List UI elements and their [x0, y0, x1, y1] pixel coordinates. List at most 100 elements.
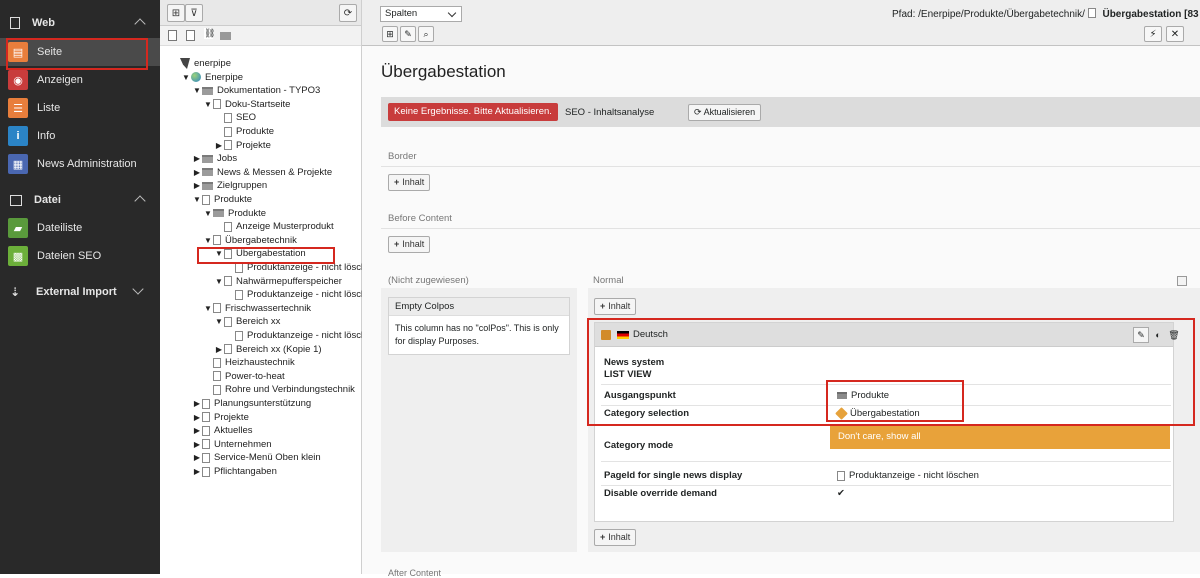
collapse-icon[interactable]: ▼: [192, 195, 202, 204]
tree-node-label: enerpipe: [194, 58, 231, 69]
doctype-page-icon[interactable]: [168, 30, 177, 41]
tree-node[interactable]: ▶ Zielgruppen: [192, 179, 267, 192]
expand-icon[interactable]: ▶: [192, 154, 202, 163]
page-icon: [224, 276, 232, 287]
add-content-border-button[interactable]: + Inhalt: [388, 174, 431, 191]
search-icon[interactable]: ⌕: [418, 26, 434, 42]
edit-icon[interactable]: ✎: [1133, 327, 1149, 343]
expand-icon[interactable]: ▶: [192, 453, 202, 462]
tree-node[interactable]: ▶ Projekte: [214, 139, 271, 152]
collapse-icon[interactable]: ▼: [203, 236, 213, 245]
collapse-icon[interactable]: ▼: [203, 304, 213, 313]
tree-node-label: Produktanzeige - nicht lösch: [247, 289, 367, 301]
collapse-icon[interactable]: ▼: [192, 86, 202, 95]
tree-node[interactable]: Anzeige Musterprodukt: [214, 220, 334, 233]
tree-node[interactable]: Produkte: [214, 125, 274, 138]
tree-node[interactable]: ▶ Jobs: [192, 152, 237, 165]
close-icon[interactable]: ✕: [1166, 26, 1184, 42]
add-content-normal-top-button[interactable]: + Inhalt: [594, 298, 637, 315]
lightning-icon[interactable]: ⚡: [1144, 26, 1162, 42]
module-item-dateiliste[interactable]: ▰ Dateiliste: [0, 214, 160, 242]
module-item-liste[interactable]: ☰ Liste: [0, 94, 160, 122]
tree-node-label: Rohre und Verbindungstechnik: [225, 384, 355, 396]
new-page-icon[interactable]: ⊞: [167, 4, 185, 22]
collapse-icon[interactable]: ▼: [181, 73, 191, 82]
expand-icon[interactable]: ▶: [192, 168, 202, 177]
expand-icon[interactable]: ▶: [192, 426, 202, 435]
tree-node[interactable]: ▼ Doku-Startseite: [203, 98, 290, 111]
tree-node[interactable]: ▼ Frischwassertechnik: [203, 302, 311, 315]
delete-icon[interactable]: 🗑: [1167, 327, 1181, 343]
tree-node[interactable]: Produktanzeige - nicht lösch: [225, 329, 366, 342]
tree-node[interactable]: ▶ Service-Menü Oben klein: [192, 451, 321, 464]
tree-node[interactable]: ▼ Produkte: [203, 207, 266, 220]
image-icon: [10, 194, 22, 206]
tree-node[interactable]: Heizhaustechnik: [203, 356, 295, 369]
tree-node[interactable]: Rohre und Verbindungstechnik: [203, 383, 355, 396]
expand-icon[interactable]: ▶: [192, 467, 202, 476]
seo-refresh-button[interactable]: ⟳ Aktualisieren: [688, 104, 762, 121]
collapse-icon[interactable]: ▼: [214, 277, 224, 286]
expand-icon[interactable]: ▶: [192, 181, 202, 190]
module-group-web[interactable]: Web: [0, 11, 160, 35]
new-content-icon[interactable]: ⊞: [382, 26, 398, 42]
tree-node-label: Produktanzeige - nicht lösch: [247, 262, 367, 273]
breadcrumb-path: Pfad: /Enerpipe/Produkte/Übergabetechnik…: [892, 8, 1199, 20]
tree-node[interactable]: ▶ Pflichtangaben: [192, 465, 277, 478]
expand-icon[interactable]: ▶: [214, 345, 224, 354]
tree-node-label: Frischwassertechnik: [225, 302, 312, 314]
page-icon: [202, 452, 210, 463]
refresh-icon[interactable]: ⟳: [339, 4, 357, 22]
toggle-visibility-icon[interactable]: ◐: [1151, 327, 1165, 343]
category-mode-value: Don't care, show all: [830, 425, 1170, 449]
module-item-seite[interactable]: ▤ Seite: [0, 38, 160, 66]
collapse-icon[interactable]: ▼: [214, 317, 224, 326]
edit-page-icon[interactable]: ✎: [400, 26, 416, 42]
add-content-before-button[interactable]: + Inhalt: [388, 236, 431, 253]
content-element[interactable]: Deutsch ✎ ◐ 🗑 News system LIST VIEW Ausg…: [594, 322, 1180, 522]
module-item-anzeigen[interactable]: ◉ Anzeigen: [0, 66, 160, 94]
tree-node[interactable]: ▶ Bereich xx (Kopie 1): [214, 343, 322, 356]
tree-node-label: Projekte: [236, 139, 271, 151]
filter-icon[interactable]: ⊽: [185, 4, 203, 22]
doctype-sysfolder-icon[interactable]: [186, 30, 195, 41]
tree-node[interactable]: ▶ Projekte: [192, 411, 249, 424]
expand-icon[interactable]: ▶: [214, 141, 224, 150]
module-item-news-administration[interactable]: ▦ News Administration: [0, 150, 160, 178]
edit-columns-icon[interactable]: [1177, 276, 1187, 286]
tree-node[interactable]: ▼ Dokumentation - TYPO3: [192, 84, 320, 97]
page-module-icon: ▤: [8, 42, 28, 62]
collapse-icon[interactable]: ▼: [203, 100, 213, 109]
tree-node[interactable]: ▼ Produkte: [192, 193, 252, 206]
tree-node[interactable]: ▶ Planungsunterstützung: [192, 397, 311, 410]
module-group-datei[interactable]: Datei: [0, 188, 160, 212]
tree-node[interactable]: SEO: [214, 111, 256, 124]
doctype-link-icon[interactable]: ⛓: [204, 28, 215, 39]
module-group-external-import[interactable]: ⇣ External Import: [0, 280, 160, 304]
tree-node[interactable]: ▼ Übergabestation: [214, 247, 306, 260]
tree-node[interactable]: ▼ Übergabetechnik: [203, 234, 297, 247]
module-item-info[interactable]: i Info: [0, 122, 160, 150]
expand-icon[interactable]: ▶: [192, 440, 202, 449]
tree-node[interactable]: Power-to-heat: [203, 370, 285, 383]
tree-node[interactable]: ▼ Bereich xx: [214, 315, 280, 328]
add-content-normal-bottom-button[interactable]: + Inhalt: [594, 529, 637, 546]
tree-node[interactable]: ▶ Unternehmen: [192, 438, 272, 451]
tree-node[interactable]: ▼ Enerpipe: [181, 71, 243, 84]
tree-node[interactable]: ▶ Aktuelles: [192, 424, 253, 437]
folder-icon: [202, 168, 213, 177]
collapse-icon[interactable]: ▼: [203, 209, 213, 218]
page-icon: [213, 371, 221, 382]
tree-node-label: Service-Menü Oben klein: [214, 452, 321, 464]
tree-node[interactable]: Produktanzeige - nicht lösch: [225, 288, 366, 301]
tree-node[interactable]: ▼ Nahwärmepufferspeicher: [214, 275, 342, 288]
tree-node[interactable]: enerpipe: [170, 57, 231, 70]
expand-icon[interactable]: ▶: [192, 399, 202, 408]
collapse-icon[interactable]: ▼: [214, 249, 224, 258]
doctype-folder-icon[interactable]: [220, 32, 231, 40]
expand-icon[interactable]: ▶: [192, 413, 202, 422]
tree-node[interactable]: Produktanzeige - nicht lösch: [225, 261, 366, 274]
module-item-dateien-seo[interactable]: ▩ Dateien SEO: [0, 242, 160, 270]
view-select[interactable]: Spalten: [380, 6, 462, 22]
tree-node[interactable]: ▶ News & Messen & Projekte: [192, 166, 332, 179]
